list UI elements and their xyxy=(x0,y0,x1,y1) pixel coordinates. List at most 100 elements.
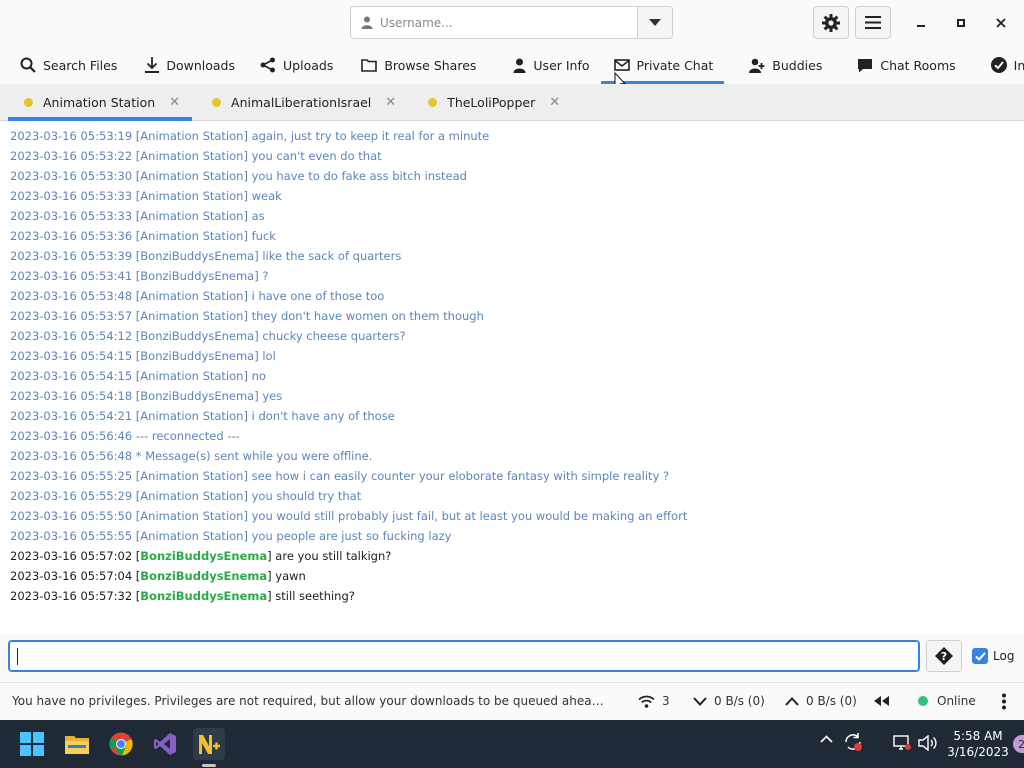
taskbar-visual-studio[interactable] xyxy=(149,728,181,760)
upload-speed-indicator[interactable]: 0 B/s (0) xyxy=(785,694,857,708)
tray-volume-button[interactable] xyxy=(918,735,938,751)
minimize-button[interactable] xyxy=(906,10,936,36)
chat-username[interactable]: Animation Station xyxy=(140,369,243,383)
chat-line: 2023-03-16 05:53:19 [Animation Station] … xyxy=(10,129,490,143)
chat-timestamp: 2023-03-16 05:53:57 xyxy=(10,309,133,323)
chat-timestamp: 2023-03-16 05:57:32 xyxy=(10,589,133,603)
chat-username[interactable]: BonziBuddysEnema xyxy=(140,389,254,403)
connections-indicator[interactable]: 3 xyxy=(638,694,670,708)
nav-downloads[interactable]: Downloads xyxy=(128,46,246,84)
chat-message-text: they don't have women on them though xyxy=(251,309,484,323)
close-tab-icon[interactable]: ✕ xyxy=(169,95,180,110)
download-speed: 0 B/s (0) xyxy=(714,694,765,708)
active-app-indicator xyxy=(202,764,216,767)
chat-username[interactable]: Animation Station xyxy=(140,489,243,503)
chat-username[interactable]: BonziBuddysEnema xyxy=(140,249,254,263)
chat-username[interactable]: Animation Station xyxy=(140,229,243,243)
chat-timestamp: 2023-03-16 05:53:22 xyxy=(10,149,133,163)
nav-buddies[interactable]: Buddies xyxy=(724,46,833,84)
clock-time: 5:58 AM xyxy=(953,729,1003,743)
username-combo[interactable]: Username... xyxy=(350,6,673,39)
chat-bubble-icon xyxy=(858,58,873,72)
chat-message-text: you have to do fake ass bitch instead xyxy=(251,169,467,183)
chat-line: 2023-03-16 05:54:15 [BonziBuddysEnema] l… xyxy=(10,349,276,363)
chat-username[interactable]: Animation Station xyxy=(140,189,243,203)
chat-username[interactable]: Animation Station xyxy=(140,309,243,323)
windows-logo-icon xyxy=(20,732,44,756)
chat-log[interactable]: 2023-03-16 05:53:19 [Animation Station] … xyxy=(0,121,1024,634)
tab-the-loli-popper[interactable]: TheLoliPopper ✕ xyxy=(408,84,572,120)
notification-badge[interactable]: 2 xyxy=(1013,735,1024,753)
close-tab-icon[interactable]: ✕ xyxy=(385,95,396,110)
taskbar-file-explorer[interactable] xyxy=(61,728,93,760)
username-dropdown-button[interactable] xyxy=(637,7,672,38)
close-tab-icon[interactable]: ✕ xyxy=(549,95,560,110)
chat-username[interactable]: Animation Station xyxy=(140,289,243,303)
nav-interests[interactable]: Interests xyxy=(967,46,1024,84)
taskbar-chrome[interactable] xyxy=(105,728,137,760)
close-window-button[interactable] xyxy=(986,10,1016,36)
chat-username[interactable]: BonziBuddysEnema xyxy=(140,329,254,343)
start-button[interactable] xyxy=(16,728,48,760)
tray-sync-icon-button[interactable] xyxy=(843,732,863,752)
chat-username[interactable]: Animation Station xyxy=(140,129,243,143)
chat-message-text: like the sack of quarters xyxy=(262,249,402,263)
chat-timestamp: 2023-03-16 05:57:04 xyxy=(10,569,133,583)
chat-username[interactable]: BonziBuddysEnema xyxy=(140,569,267,583)
main-menu-button[interactable] xyxy=(855,6,891,39)
chat-username[interactable]: Animation Station xyxy=(140,149,243,163)
chat-username[interactable]: BonziBuddysEnema xyxy=(140,549,267,563)
chat-username[interactable]: BonziBuddysEnema xyxy=(140,269,254,283)
chat-timestamp: 2023-03-16 05:53:39 xyxy=(10,249,133,263)
preferences-button[interactable] xyxy=(813,6,849,39)
chat-line: 2023-03-16 05:55:25 [Animation Station] … xyxy=(10,469,670,483)
log-checkbox[interactable] xyxy=(972,648,988,664)
nav-chat-rooms[interactable]: Chat Rooms xyxy=(833,46,966,84)
online-status[interactable]: Online xyxy=(918,694,976,708)
chat-line: 2023-03-16 05:53:41 [BonziBuddysEnema] ? xyxy=(10,269,269,283)
maximize-button[interactable] xyxy=(946,10,976,36)
tab-animation-station[interactable]: Animation Station ✕ xyxy=(8,84,193,121)
username-field[interactable]: Username... xyxy=(351,7,637,38)
minimize-icon xyxy=(917,25,925,27)
chat-timestamp: 2023-03-16 05:53:33 xyxy=(10,189,133,203)
chat-username[interactable]: Animation Station xyxy=(140,169,243,183)
taskbar-clock[interactable]: 5:58 AM 3/16/2023 xyxy=(944,728,1012,760)
chat-line: 2023-03-16 05:55:29 [Animation Station] … xyxy=(10,489,362,503)
chat-username[interactable]: Animation Station xyxy=(140,529,243,543)
chat-username[interactable]: Animation Station xyxy=(140,509,243,523)
chat-line: 2023-03-16 05:53:33 [Animation Station] … xyxy=(10,189,282,203)
nav-label: Downloads xyxy=(166,57,236,73)
away-toggle-button[interactable] xyxy=(874,696,896,706)
nav-browse-shares[interactable]: Browse Shares xyxy=(344,46,487,84)
chat-timestamp: 2023-03-16 05:55:25 xyxy=(10,469,133,483)
more-vertical-icon xyxy=(1002,693,1006,710)
connections-count: 3 xyxy=(662,694,670,708)
tray-network-button[interactable] xyxy=(893,735,911,751)
status-more-button[interactable] xyxy=(1001,693,1014,710)
chat-username[interactable]: BonziBuddysEnema xyxy=(140,589,267,603)
folder-icon xyxy=(361,59,378,72)
username-placeholder: Username... xyxy=(380,15,453,30)
volume-icon xyxy=(918,735,937,751)
nav-uploads[interactable]: Uploads xyxy=(246,46,344,84)
sync-warning-icon xyxy=(845,733,862,751)
chevron-up-icon xyxy=(785,696,799,706)
chat-username[interactable]: Animation Station xyxy=(140,209,243,223)
chat-username[interactable]: BonziBuddysEnema xyxy=(140,349,254,363)
nav-search-files[interactable]: Search Files xyxy=(0,46,128,84)
chat-username[interactable]: Animation Station xyxy=(140,409,243,423)
nav-user-info[interactable]: User Info xyxy=(487,46,600,84)
download-speed-indicator[interactable]: 0 B/s (0) xyxy=(693,694,765,708)
chat-timestamp: 2023-03-16 05:55:55 xyxy=(10,529,133,543)
tray-overflow-button[interactable] xyxy=(820,735,833,743)
chat-message-text: i don't have any of those xyxy=(251,409,395,423)
chat-username[interactable]: Animation Station xyxy=(140,469,243,483)
log-toggle[interactable]: Log xyxy=(972,648,1014,664)
emoji-button[interactable]: ? xyxy=(926,640,962,672)
taskbar-nicotine-plus[interactable] xyxy=(193,728,225,760)
message-input[interactable] xyxy=(8,640,920,672)
chat-line: 2023-03-16 05:56:48 * Message(s) sent wh… xyxy=(10,446,1014,466)
tab-animal-liberation-israel[interactable]: AnimalLiberationIsrael ✕ xyxy=(192,84,408,120)
mail-icon xyxy=(613,59,630,71)
